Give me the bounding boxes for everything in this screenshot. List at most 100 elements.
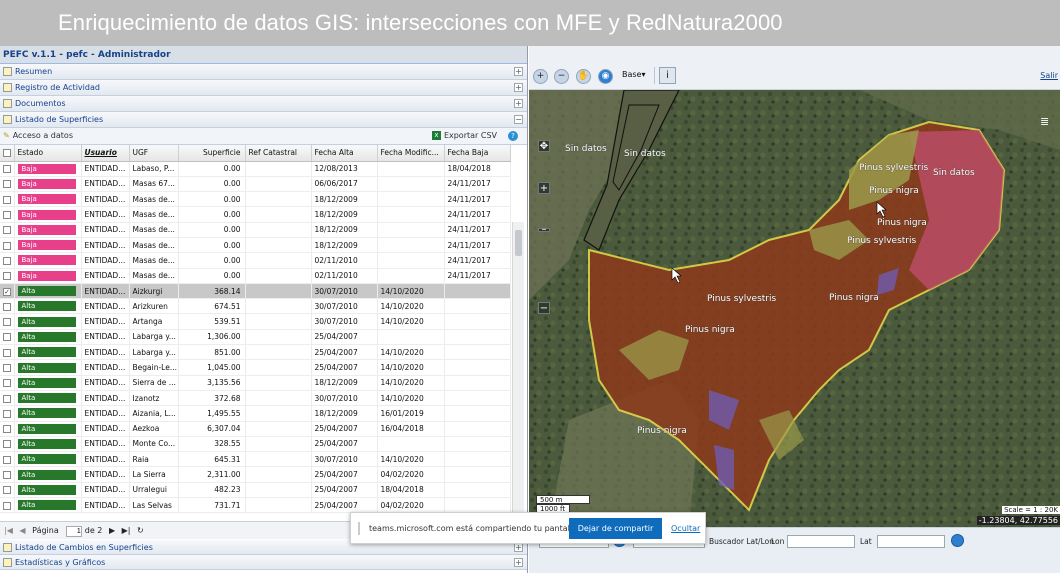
table-row[interactable]: Baja ENTIDAD... Masas 67... 0.00 06/06/2017 2… — [0, 176, 511, 193]
grid-scrollbar[interactable] — [512, 222, 524, 560]
accordion-resumen[interactable]: Resumen + — [0, 64, 527, 80]
table-row[interactable]: Baja ENTIDAD... Masas de... 0.00 18/12/2009 2… — [0, 237, 511, 254]
row-checkbox[interactable] — [0, 237, 15, 254]
row-checkbox[interactable] — [0, 375, 15, 391]
accordion-registro[interactable]: Registro de Actividad + — [0, 80, 527, 96]
zoom-in-icon[interactable]: + — [533, 69, 548, 84]
select-all-checkbox[interactable] — [0, 145, 15, 162]
accordion-label: Listado de Superficies — [15, 115, 104, 124]
row-checkbox[interactable] — [0, 206, 15, 223]
zoom-out-icon[interactable]: − — [554, 69, 569, 84]
row-checkbox[interactable] — [0, 451, 15, 468]
table-row[interactable]: ✓ Alta ENTIDAD... Aizkurgi 368.14 30/07/2010 1… — [0, 283, 511, 300]
layers-icon[interactable]: ≣ — [1040, 115, 1052, 128]
lon-input[interactable] — [787, 535, 855, 548]
table-row[interactable]: Alta ENTIDAD... Urralegui 482.23 25/04/2007 1… — [0, 482, 511, 499]
prev-page-icon[interactable]: ◀ — [19, 526, 25, 535]
row-checkbox[interactable] — [0, 313, 15, 330]
row-checkbox[interactable] — [0, 405, 15, 422]
zoom-plus-icon[interactable]: + — [538, 182, 550, 194]
row-checkbox[interactable] — [0, 482, 15, 499]
drag-handle[interactable] — [358, 522, 360, 535]
row-checkbox[interactable] — [0, 497, 15, 514]
expand-plus-icon[interactable]: + — [514, 99, 523, 108]
row-checkbox[interactable] — [0, 344, 15, 361]
table-row[interactable]: Baja ENTIDAD... Labaso, P... 0.00 12/08/2013… — [0, 161, 511, 177]
row-checkbox[interactable] — [0, 268, 15, 284]
map-canvas[interactable]: Sin datos Sin datos Pinus sylvestris Sin… — [529, 90, 1060, 527]
col-estado[interactable]: Estado — [14, 145, 82, 162]
hide-link[interactable]: Ocultar — [671, 524, 700, 533]
table-row[interactable]: Alta ENTIDAD... Sierra de ... 3,135.56 18/12… — [0, 375, 511, 391]
row-checkbox[interactable] — [0, 298, 15, 315]
help-icon[interactable]: ? — [508, 131, 518, 141]
salir-link[interactable]: Salir — [1040, 71, 1058, 80]
table-row[interactable]: Alta ENTIDAD... Labarga y... 851.00 25/04/20… — [0, 344, 511, 361]
expand-plus-icon[interactable]: + — [514, 543, 523, 552]
table-row[interactable]: Baja ENTIDAD... Masas de... 0.00 02/11/2010 2… — [0, 268, 511, 284]
table-row[interactable]: Alta ENTIDAD... Raia 645.31 30/07/2010 14/10/… — [0, 451, 511, 468]
table-row[interactable]: Alta ENTIDAD... Aizania, L... 1,495.55 18/12… — [0, 405, 511, 422]
zoom-level-marker[interactable]: – — [538, 225, 550, 235]
row-checkbox[interactable] — [0, 390, 15, 407]
row-checkbox[interactable] — [0, 252, 15, 269]
table-row[interactable]: Alta ENTIDAD... Labarga y... 1,306.00 25/04/… — [0, 329, 511, 346]
next-page-icon[interactable]: ▶ — [109, 526, 115, 535]
map-viewport[interactable]: Sin datos Sin datos Pinus sylvestris Sin… — [529, 90, 1060, 527]
row-checkbox[interactable]: ✓ — [0, 283, 15, 300]
lat-input[interactable] — [877, 535, 945, 548]
col-fecha-alta[interactable]: Fecha Alta — [311, 145, 378, 162]
base-layer-dropdown[interactable]: Base▾ — [622, 70, 646, 79]
table-row[interactable]: Alta ENTIDAD... Begain-Le... 1,045.00 25/04/… — [0, 359, 511, 376]
row-checkbox[interactable] — [0, 191, 15, 208]
table-row[interactable]: Alta ENTIDAD... Arizkuren 674.51 30/07/2010 1… — [0, 298, 511, 315]
zoom-slider[interactable]: ✥ + – − — [538, 140, 552, 320]
info-icon[interactable]: i — [659, 67, 676, 84]
row-checkbox[interactable] — [0, 329, 15, 346]
col-usuario[interactable]: Usuario — [81, 145, 130, 162]
globe-icon[interactable]: ◉ — [598, 69, 613, 84]
col-ugf[interactable]: UGF — [129, 145, 179, 162]
table-row[interactable]: Baja ENTIDAD... Masas de... 0.00 18/12/2009 2… — [0, 191, 511, 208]
row-checkbox[interactable] — [0, 436, 15, 453]
row-checkbox[interactable] — [0, 466, 15, 483]
accordion-documentos[interactable]: Documentos + — [0, 96, 527, 112]
row-checkbox[interactable] — [0, 222, 15, 238]
table-row[interactable]: Alta ENTIDAD... Artanga 539.51 30/07/2010 14/… — [0, 313, 511, 330]
expand-plus-icon[interactable]: + — [514, 558, 523, 567]
table-row[interactable]: Alta ENTIDAD... Aezkoa 6,307.04 25/04/2007 16… — [0, 421, 511, 437]
export-csv-button[interactable]: x Exportar CSV — [431, 128, 497, 144]
accordion-listado[interactable]: Listado de Superficies − — [0, 112, 527, 128]
last-page-icon[interactable]: ▶| — [122, 526, 131, 535]
table-row[interactable]: Baja ENTIDAD... Masas de... 0.00 18/12/2009 2… — [0, 206, 511, 223]
col-ref-catastral[interactable]: Ref Catastral — [245, 145, 312, 162]
table-row[interactable]: Baja ENTIDAD... Masas de... 0.00 18/12/2009 2… — [0, 222, 511, 238]
table-row[interactable]: Alta ENTIDAD... Las Selvas 731.71 25/04/2007… — [0, 497, 511, 514]
scrollbar-thumb[interactable] — [515, 230, 522, 256]
table-row[interactable]: Alta ENTIDAD... La Sierra 2,311.00 25/04/200… — [0, 466, 511, 483]
estado-cell: Baja — [14, 176, 82, 193]
page-input[interactable] — [65, 526, 82, 537]
refresh-icon[interactable]: ↻ — [137, 526, 144, 535]
col-fecha-modificacion[interactable]: Fecha Modific... — [377, 145, 445, 162]
zoom-minus-icon[interactable]: − — [538, 302, 550, 314]
pan-arrows-icon[interactable]: ✥ — [538, 140, 550, 152]
pan-hand-icon[interactable]: ✋ — [576, 69, 591, 84]
row-checkbox[interactable] — [0, 161, 15, 177]
search-go-icon[interactable] — [951, 534, 964, 547]
expand-plus-icon[interactable]: + — [514, 83, 523, 92]
row-checkbox[interactable] — [0, 176, 15, 193]
stop-sharing-button[interactable]: Dejar de compartir — [569, 518, 662, 539]
first-page-icon[interactable]: |◀ — [4, 526, 13, 535]
expand-plus-icon[interactable]: + — [514, 67, 523, 76]
accordion-estadisticas[interactable]: Estadísticas y Gráficos + — [0, 555, 527, 570]
row-checkbox[interactable] — [0, 421, 15, 437]
acceso-datos-button[interactable]: Acceso a datos — [13, 131, 73, 140]
table-row[interactable]: Alta ENTIDAD... Izanotz 372.68 30/07/2010 14/… — [0, 390, 511, 407]
table-row[interactable]: Baja ENTIDAD... Masas de... 0.00 02/11/2010 2… — [0, 252, 511, 269]
table-row[interactable]: Alta ENTIDAD... Monte Co... 328.55 25/04/200… — [0, 436, 511, 453]
collapse-minus-icon[interactable]: − — [514, 115, 523, 124]
row-checkbox[interactable] — [0, 359, 15, 376]
col-superficie[interactable]: Superficie — [178, 145, 246, 162]
col-fecha-baja[interactable]: Fecha Baja — [444, 145, 511, 162]
